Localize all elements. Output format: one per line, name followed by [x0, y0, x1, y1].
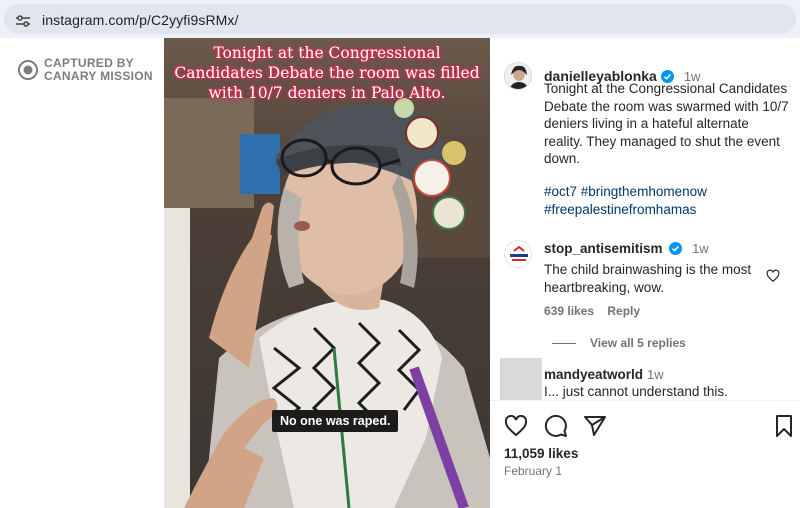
video-subtitle: No one was raped. [272, 410, 399, 432]
post-details-panel: danielleyablonka 1w Tonight at the Congr… [490, 38, 800, 508]
share-send-icon[interactable] [583, 414, 607, 438]
post-action-bar [504, 414, 794, 440]
post-video[interactable]: Tonight at the Congressional Candidates … [164, 38, 490, 508]
comment-time[interactable]: 1w [692, 241, 709, 256]
hashtags-line2[interactable]: #freepalestinefromhamas [544, 201, 789, 219]
video-overlay-caption: Tonight at the Congressional Candidates … [174, 44, 480, 102]
post-caption: Tonight at the Congressional Candidates … [544, 81, 789, 166]
stop-antisemitism-logo-icon [505, 241, 531, 267]
post-likes-count[interactable]: 11,059 likes [504, 446, 578, 461]
author-avatar-image [505, 63, 531, 89]
comment-reply-button[interactable]: Reply [607, 304, 640, 318]
commenter-avatar[interactable] [504, 240, 532, 268]
save-bookmark-icon[interactable] [772, 414, 796, 438]
canary-logo-icon [18, 60, 38, 80]
comment-stop-antisemitism: stop_antisemitism 1w The child brainwash… [504, 240, 794, 350]
url-text[interactable]: instagram.com/p/C2yyfi9sRMx/ [42, 12, 239, 28]
canary-mission-watermark: CAPTURED BY CANARY MISSION [18, 57, 153, 83]
commenter-username-2[interactable]: mandyeatworld [544, 367, 643, 382]
view-replies-label[interactable]: View all 5 replies [590, 336, 686, 350]
replies-divider-line [552, 342, 576, 344]
actions-divider [490, 400, 800, 401]
post-date[interactable]: February 1 [504, 464, 562, 478]
author-avatar[interactable] [504, 62, 532, 90]
mandyeatworld-avatar[interactable] [500, 358, 542, 400]
commenter-username[interactable]: stop_antisemitism [544, 241, 663, 256]
omnibox[interactable]: instagram.com/p/C2yyfi9sRMx/ [4, 4, 796, 34]
comment-text-2: I... just cannot understand this. [544, 384, 728, 399]
verified-badge-icon [669, 242, 683, 255]
tune-icon[interactable] [16, 15, 30, 27]
comment-time-2[interactable]: 1w [647, 367, 664, 382]
hashtags-line1[interactable]: #oct7 #bringthemhomenow [544, 183, 789, 201]
like-heart-icon[interactable] [504, 414, 528, 438]
comment-bubble-icon[interactable] [544, 414, 568, 438]
comment-likes[interactable]: 639 likes [544, 304, 594, 318]
post-hashtags: #oct7 #bringthemhomenow #freepalestinefr… [544, 183, 789, 218]
video-frame [164, 38, 490, 508]
watermark-line2: CANARY MISSION [44, 69, 153, 83]
comment-text: The child brainwashing is the most heart… [544, 262, 752, 295]
comment-like-heart-icon[interactable] [766, 269, 780, 283]
browser-address-bar: instagram.com/p/C2yyfi9sRMx/ [0, 0, 800, 38]
view-replies-button[interactable]: View all 5 replies [552, 336, 686, 350]
